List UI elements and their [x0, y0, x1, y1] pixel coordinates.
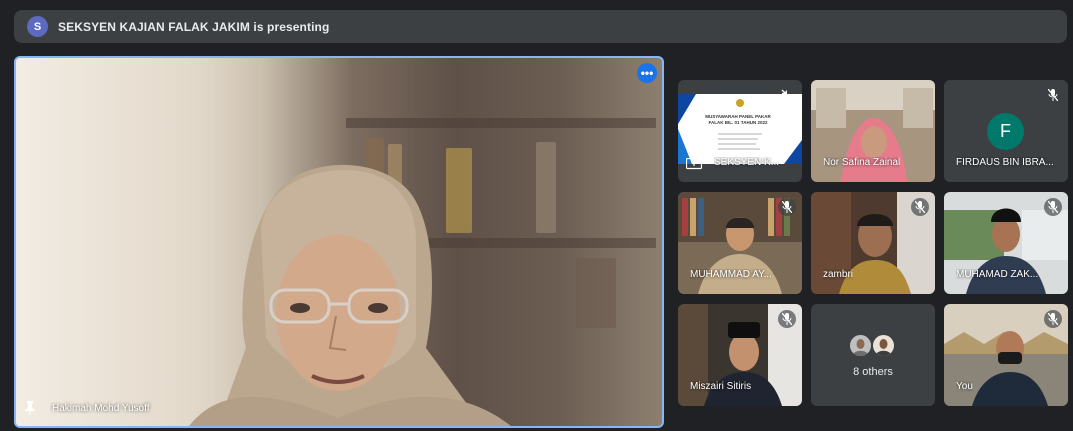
participant-tile[interactable]: F FIRDAUS BIN IBRA...: [944, 80, 1068, 182]
participant-video: [189, 164, 511, 426]
mic-off-icon: [778, 198, 796, 216]
participant-name: FIRDAUS BIN IBRA...: [956, 157, 1054, 168]
spotlight-video-tile[interactable]: ••• Hakimah Mohd Yusoff: [14, 56, 664, 428]
mic-off-icon: [1044, 198, 1062, 216]
avatar: [848, 333, 873, 358]
presentation-slide: MUSYAWARAH PANEL PAKAR FALAK BIL. 01 TAH…: [678, 94, 802, 164]
present-screen-icon: [686, 158, 702, 170]
participant-name: Miszairi Sitiris: [690, 381, 752, 392]
mic-off-icon: [1044, 86, 1062, 104]
avatar: [871, 333, 896, 358]
participant-name: You: [956, 381, 973, 392]
slide-title: MUSYAWARAH PANEL PAKAR FALAK BIL. 01 TAH…: [705, 114, 771, 125]
more-options-icon[interactable]: •••: [637, 63, 657, 83]
participant-name: SEKSYEN K...: [714, 157, 780, 168]
participant-tile[interactable]: Miszairi Sitiris: [678, 304, 802, 406]
others-count-label: 8 others: [853, 366, 893, 378]
presenting-banner: S SEKSYEN KAJIAN FALAK JAKIM is presenti…: [14, 10, 1067, 43]
mic-off-icon: [911, 198, 929, 216]
presentation-tile[interactable]: MUSYAWARAH PANEL PAKAR FALAK BIL. 01 TAH…: [678, 80, 802, 182]
pin-icon[interactable]: [24, 401, 36, 415]
volume-off-icon: [778, 86, 796, 104]
participant-tile[interactable]: Nor Safina Zainal: [811, 80, 935, 182]
self-tile[interactable]: You: [944, 304, 1068, 406]
participant-name: Nor Safina Zainal: [823, 157, 901, 168]
mic-off-icon: [1044, 310, 1062, 328]
participant-tile[interactable]: MUHAMAD ZAK...: [944, 192, 1068, 294]
mic-off-icon: [778, 310, 796, 328]
others-avatars: [848, 333, 900, 359]
participant-tile[interactable]: zambri: [811, 192, 935, 294]
participant-name: MUHAMMAD AY...: [690, 269, 772, 280]
presenter-avatar: S: [27, 16, 48, 37]
participant-name: MUHAMAD ZAK...: [956, 269, 1039, 280]
participant-name: zambri: [823, 269, 854, 280]
others-tile[interactable]: 8 others: [811, 304, 935, 406]
spotlight-participant-name: Hakimah Mohd Yusoff: [52, 403, 150, 414]
presenting-text: SEKSYEN KAJIAN FALAK JAKIM is presenting: [58, 19, 330, 34]
participant-tile[interactable]: MUHAMMAD AY...: [678, 192, 802, 294]
participant-avatar: F: [987, 113, 1024, 150]
